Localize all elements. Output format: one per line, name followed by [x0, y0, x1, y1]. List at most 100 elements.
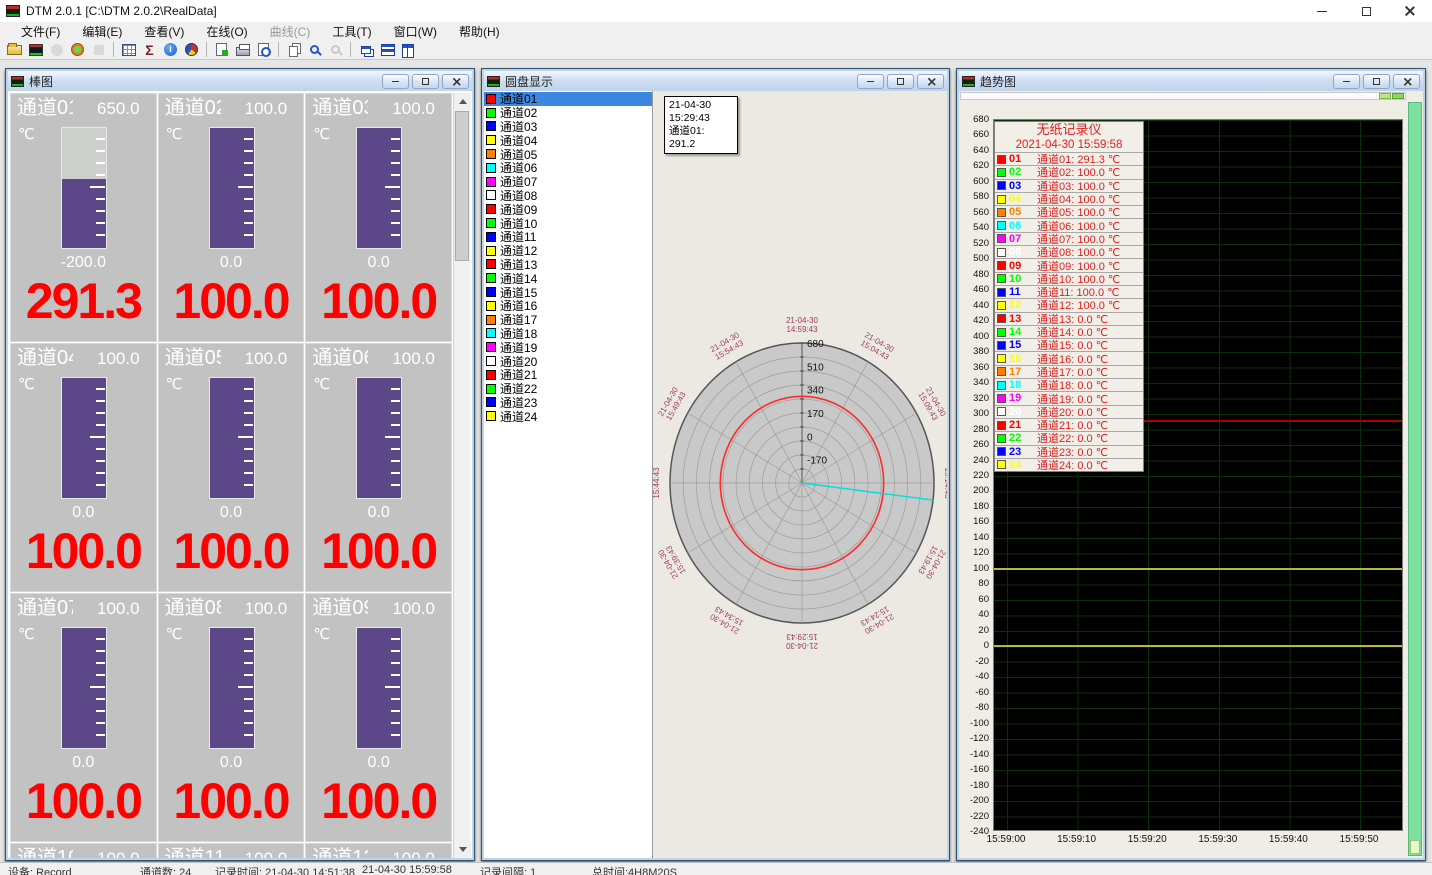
legend-channel-number: 10 — [1009, 273, 1027, 285]
channel-color-swatch — [486, 163, 496, 173]
minimize-icon — [867, 81, 874, 82]
y-tick-label: -40 — [959, 671, 989, 682]
record-button[interactable] — [67, 41, 88, 59]
range-max-label: 100.0 — [392, 349, 435, 369]
data-table-button[interactable] — [118, 41, 139, 59]
legend-color-swatch — [997, 407, 1006, 416]
legend-color-swatch — [997, 181, 1006, 190]
zoom-button[interactable] — [304, 41, 325, 59]
export-file-button[interactable] — [211, 41, 232, 59]
unit-label: ℃ — [18, 125, 35, 143]
disc-minimize-button[interactable] — [857, 74, 884, 89]
vscroll-thumb[interactable] — [1410, 840, 1420, 854]
tile-horizontal-button[interactable] — [376, 41, 397, 59]
tick-mark — [244, 412, 253, 414]
bar-minimize-button[interactable] — [382, 74, 409, 89]
channel-color-swatch — [486, 246, 496, 256]
trend-horizontal-scrollbar[interactable] — [960, 92, 1406, 100]
maximize-button[interactable] — [1344, 0, 1388, 22]
tick-mark — [96, 710, 105, 712]
close-button[interactable] — [1388, 0, 1432, 22]
gauge-header: 通道12100.0 — [306, 844, 451, 858]
tick-mark — [244, 638, 253, 640]
legend-row: 20通道20: 0.0 ℃ — [995, 405, 1143, 418]
tick-mark — [391, 138, 400, 140]
disc-window-titlebar[interactable]: 圆盘显示 — [484, 71, 947, 91]
online-chart-button[interactable] — [25, 41, 46, 59]
tick-mark — [244, 162, 253, 164]
time-label: 21-04-3015:34:43 — [708, 604, 745, 636]
trend-minimize-button[interactable] — [1333, 74, 1360, 89]
open-folder-button[interactable] — [4, 41, 25, 59]
bar-window-titlebar[interactable]: 棒图 — [8, 71, 472, 91]
range-max-label: 100.0 — [245, 599, 288, 619]
gauge-fill — [210, 128, 254, 248]
y-tick-label: -140 — [959, 749, 989, 760]
tick-mark — [244, 448, 253, 450]
channel-name: 通道02 — [165, 97, 221, 119]
menu-help[interactable]: 帮助(H) — [448, 22, 511, 41]
channel-list-item[interactable]: 通道24 — [484, 409, 652, 423]
tick-mark — [391, 472, 400, 474]
trend-restore-button[interactable] — [1363, 74, 1390, 89]
print-preview-icon — [258, 43, 269, 56]
radial-tick-label: -170 — [807, 456, 827, 467]
y-tick-label: -100 — [959, 718, 989, 729]
y-tick-label: 560 — [959, 207, 989, 218]
trend-window-titlebar[interactable]: 趋势图 — [959, 71, 1423, 91]
gauge-cell: 通道07100.0℃0.0100.0 — [10, 593, 157, 842]
hscroll-thumb[interactable] — [1379, 93, 1391, 99]
gauge-cell: 通道09100.0℃0.0100.0 — [305, 593, 452, 842]
time-label: 21-04-3015:49:43 — [656, 385, 688, 422]
gauge-cell: 通道06100.0℃0.0100.0 — [305, 343, 452, 592]
menu-online[interactable]: 在线(O) — [195, 22, 258, 41]
gauge-fill — [357, 378, 401, 498]
info-button[interactable]: i — [160, 41, 181, 59]
scrollbar-thumb[interactable] — [455, 111, 469, 261]
tick-mark — [244, 662, 253, 664]
trend-window-title: 趋势图 — [980, 73, 1016, 90]
legend-title: 无纸记录仪 — [995, 122, 1143, 138]
info-icon: i — [164, 43, 177, 56]
bar-close-button[interactable] — [442, 74, 469, 89]
hscroll-thumb[interactable] — [1392, 93, 1404, 99]
scroll-down-button[interactable] — [454, 841, 471, 858]
gauge-value: 100.0 — [11, 770, 156, 832]
menu-file[interactable]: 文件(F) — [10, 22, 71, 41]
tick-mark — [391, 424, 400, 426]
menu-tools[interactable]: 工具(T) — [321, 22, 382, 41]
radial-tick-label: 510 — [807, 362, 824, 373]
legend-row: 10通道10: 100.0 ℃ — [995, 272, 1143, 285]
trend-vertical-scrollbar[interactable] — [1408, 102, 1422, 856]
tick-mark — [244, 698, 253, 700]
menu-edit[interactable]: 编辑(E) — [71, 22, 133, 41]
scroll-up-button[interactable] — [454, 93, 471, 110]
gauge-value: 100.0 — [159, 770, 304, 832]
gauge-cell: 通道04100.0℃0.0100.0 — [10, 343, 157, 592]
print-preview-button[interactable] — [253, 41, 274, 59]
minimize-button[interactable] — [1300, 0, 1344, 22]
trend-close-button[interactable] — [1393, 74, 1420, 89]
copy-button[interactable] — [283, 41, 304, 59]
legend-channel-number: 03 — [1009, 180, 1027, 192]
bar-restore-button[interactable] — [412, 74, 439, 89]
tick-mark — [96, 734, 105, 736]
legend-color-swatch — [997, 288, 1006, 297]
disc-restore-button[interactable] — [887, 74, 914, 89]
bar-scrollbar[interactable] — [453, 93, 470, 858]
print-button[interactable] — [232, 41, 253, 59]
tick-mark — [244, 138, 253, 140]
toolbar-separator — [278, 42, 279, 57]
gauge-cell: 通道10100.0℃ — [10, 843, 157, 858]
x-tick-label: 15:59:10 — [1051, 834, 1103, 845]
pie-chart-button[interactable] — [181, 41, 202, 59]
trend-legend: 无纸记录仪 2021-04-30 15:59:58 01通道01: 291.3 … — [994, 121, 1144, 472]
cascade-windows-button[interactable] — [355, 41, 376, 59]
gauge-track — [61, 127, 107, 249]
sum-sigma-button[interactable]: Σ — [139, 41, 160, 59]
disc-close-button[interactable] — [917, 74, 944, 89]
menu-window[interactable]: 窗口(W) — [383, 22, 448, 41]
tile-vertical-button[interactable] — [397, 41, 418, 59]
menu-view[interactable]: 查看(V) — [133, 22, 195, 41]
channel-name: 通道07 — [17, 597, 73, 619]
